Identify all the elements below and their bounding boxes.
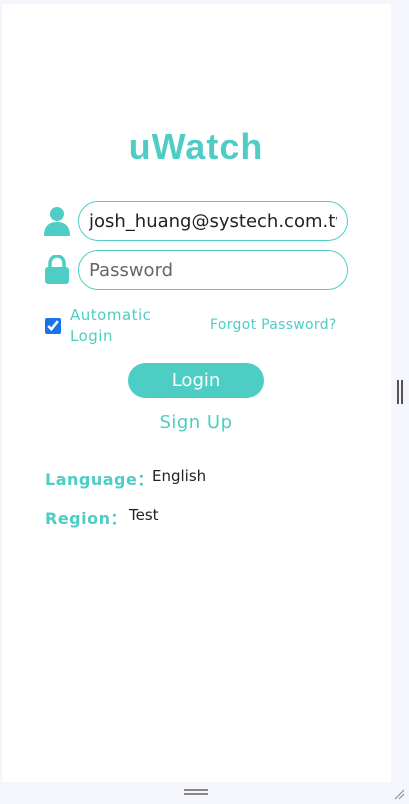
automatic-login-checkbox[interactable]	[45, 318, 61, 334]
horizontal-resize-handle[interactable]	[184, 789, 208, 795]
resize-grip-icon[interactable]	[393, 785, 405, 800]
user-icon	[44, 206, 74, 240]
lock-icon	[44, 254, 74, 289]
forgot-password-link[interactable]: Forgot Password?	[210, 317, 337, 333]
email-field[interactable]	[78, 201, 348, 241]
vertical-resize-handle[interactable]	[397, 380, 403, 404]
login-button[interactable]: Login	[128, 363, 264, 398]
region-label: Region：	[45, 509, 127, 528]
region-value[interactable]: Test	[129, 506, 159, 524]
automatic-login-label[interactable]: Automatic Login	[70, 305, 180, 347]
language-value[interactable]: English	[152, 467, 206, 485]
language-label: Language：	[45, 470, 154, 489]
password-field[interactable]	[78, 250, 348, 290]
sign-up-link[interactable]: Sign Up	[0, 412, 392, 433]
app-title: uWatch	[128, 126, 264, 167]
